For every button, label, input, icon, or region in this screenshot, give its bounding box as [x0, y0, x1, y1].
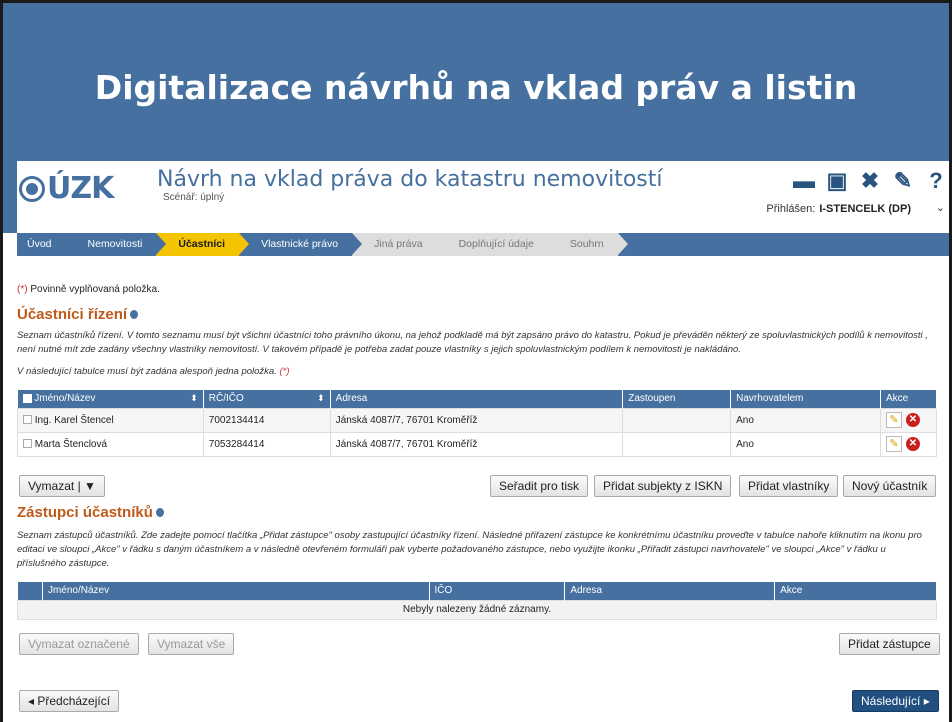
chevron-down-icon[interactable]: ⌄ [936, 201, 945, 214]
nav-step-jina-prava[interactable]: Jiná práva [352, 233, 448, 256]
edit-pencil-icon[interactable]: ✎ [886, 412, 902, 428]
representatives-heading: Zástupci účastníků [17, 504, 164, 521]
close-icon[interactable]: ✖ [857, 168, 883, 194]
participant-name: Marta Štenclová [34, 438, 108, 450]
cell-actions: ✎ ✕ [880, 431, 937, 457]
representatives-table: Jméno/Název IČO Adresa Akce Nebyly nalez… [17, 582, 937, 620]
select-all-checkbox[interactable] [22, 394, 32, 404]
column-name-label: Jméno/Název [34, 393, 96, 405]
table-note-text: V následující tabulce musí být zadána al… [17, 366, 277, 377]
participants-table: Jméno/Název ⬍ RČ/IČO ⬍ Adresa Zastoupen Na… [17, 390, 937, 457]
open-folder-icon[interactable]: ▬ [791, 168, 817, 194]
column-header-name: Jméno/Název [42, 582, 430, 600]
participant-name: Ing. Karel Štencel [34, 414, 114, 426]
login-label: Přihlášen: [766, 203, 816, 215]
add-iskn-button[interactable]: Přidat subjekty z ISKN [594, 475, 732, 497]
sort-print-button[interactable]: Seřadit pro tisk [490, 475, 589, 497]
representatives-heading-text: Zástupci účastníků [17, 504, 153, 521]
empty-row: Nebyly nalezeny žádné záznamy. [17, 599, 937, 620]
nav-step-uvod[interactable]: Úvod [17, 233, 75, 256]
cell-address: Jánská 4087/7, 76701 Kroměříž [329, 407, 624, 433]
column-header-actions: Akce [774, 582, 937, 600]
login-info: Přihlášen: I-STENCELK (DP) [766, 203, 911, 215]
cell-proposer: Ano [730, 407, 881, 433]
column-header-actions: Akce [880, 390, 937, 408]
required-note: (*) Povinně vyplňovaná položka. [17, 284, 160, 295]
previous-button[interactable]: ◂ Předcházející [19, 690, 120, 712]
sort-icon[interactable]: ⬍ [317, 393, 325, 404]
help-icon[interactable]: ? [923, 168, 949, 194]
delete-all-button[interactable]: Vymazat vše [148, 633, 235, 655]
required-mark: (*) [17, 284, 28, 295]
wizard-nav: Úvod Nemovitosti Účastníci Vlastnické pr… [17, 233, 949, 256]
cell-proposer: Ano [730, 431, 881, 457]
cell-represented [622, 407, 732, 433]
column-header-address: Adresa [330, 390, 624, 408]
new-participant-button[interactable]: Nový účastník [843, 475, 937, 497]
column-id-label: RČ/IČO [208, 393, 244, 405]
nav-step-ucastnici[interactable]: Účastníci [156, 233, 249, 256]
slide-title: Digitalizace návrhů na vklad práv a list… [94, 67, 858, 107]
column-header-proposer: Navrhovatelem [730, 390, 881, 408]
table-row: Ing. Karel Štencel 7002134414 Jánská 408… [17, 407, 937, 433]
main-content: (*) Povinně vyplňovaná položka. Účastníc… [17, 256, 949, 722]
cell-name: Marta Štenclová [17, 431, 204, 457]
logo-text: ÚZK [47, 171, 114, 206]
column-header-name[interactable]: Jméno/Název ⬍ [17, 390, 204, 408]
cell-id: 7002134414 [202, 407, 331, 433]
nav-step-doplnujici-udaje[interactable]: Doplňující údaje [436, 233, 559, 256]
info-icon[interactable] [130, 310, 139, 319]
participants-table-note: V následující tabulce musí být zadána al… [17, 365, 937, 379]
sort-icon[interactable]: ⬍ [190, 393, 198, 404]
login-user: I-STENCELK (DP) [819, 203, 911, 215]
participants-heading-text: Účastníci řízení [17, 306, 128, 323]
delete-selected-button[interactable]: Vymazat označené [19, 633, 139, 655]
delete-dropdown-button[interactable]: Vymazat | ▼ [19, 475, 105, 497]
participants-heading: Účastníci řízení [17, 306, 139, 323]
toolbar: ▬ ▣ ✖ ✎ ? [791, 168, 949, 194]
next-button[interactable]: Následující ▸ [852, 690, 939, 712]
required-mark: (*) [279, 366, 290, 377]
cell-name: Ing. Karel Štencel [17, 407, 204, 433]
scenario-label: Scénář: úplný [163, 192, 225, 203]
edit-pencil-icon[interactable]: ✎ [886, 436, 902, 452]
column-header-ico: IČO [429, 582, 566, 600]
delete-icon[interactable]: ✕ [906, 413, 920, 427]
cell-id: 7053284414 [202, 431, 331, 457]
table-row: Marta Štenclová 7053284414 Jánská 4087/7… [17, 431, 937, 457]
column-header-select [17, 582, 43, 600]
required-text: Povinně vyplňovaná položka. [27, 284, 160, 295]
column-header-address: Adresa [564, 582, 776, 600]
delete-icon[interactable]: ✕ [906, 437, 920, 451]
add-representative-button[interactable]: Přidat zástupce [839, 633, 940, 655]
row-checkbox[interactable] [23, 439, 32, 449]
slide-banner: Digitalizace návrhů na vklad práv a list… [3, 3, 949, 161]
nav-step-souhrn[interactable]: Souhrn [547, 233, 628, 256]
representatives-description: Seznam zástupců účastníků. Zde zadejte p… [17, 530, 922, 569]
empty-message: Nebyly nalezeny žádné záznamy. [17, 599, 937, 620]
nav-step-nemovitosti[interactable]: Nemovitosti [66, 233, 167, 256]
add-owners-button[interactable]: Přidat vlastníky [739, 475, 839, 497]
cell-represented [622, 431, 732, 457]
column-header-represented: Zastoupen [622, 390, 732, 408]
app-title: Návrh na vklad práva do katastru nemovit… [157, 167, 663, 192]
cuzk-logo[interactable]: ÚZK [19, 171, 114, 206]
globe-icon [19, 175, 45, 202]
nav-step-vlastnicke-pravo[interactable]: Vlastnické právo [239, 233, 363, 256]
participants-description: Seznam účastníků řízení. V tomto seznamu… [17, 330, 928, 355]
app-header: ÚZK Návrh na vklad práva do katastru nem… [3, 161, 949, 233]
info-icon[interactable] [155, 508, 164, 517]
settings-wrench-icon[interactable]: ✎ [890, 168, 916, 194]
cell-actions: ✎ ✕ [880, 407, 937, 433]
save-icon[interactable]: ▣ [824, 168, 850, 194]
cell-address: Jánská 4087/7, 76701 Kroměříž [329, 431, 624, 457]
row-checkbox[interactable] [23, 415, 32, 425]
column-header-id[interactable]: RČ/IČO ⬍ [203, 390, 331, 408]
